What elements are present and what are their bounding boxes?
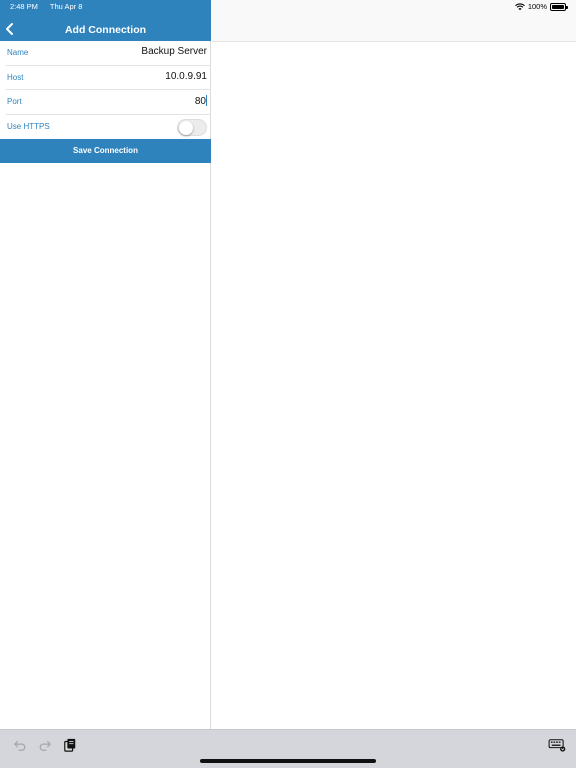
port-value: 80 (194, 96, 206, 107)
add-connection-panel: Add Connection Name Backup Server Host 1… (0, 0, 211, 729)
https-label: Use HTTPS (7, 121, 50, 131)
screen: 2:48 PM Thu Apr 8 100% Add Connection Na… (0, 0, 576, 768)
https-row: Use HTTPS (6, 115, 211, 140)
undo-icon[interactable] (13, 738, 27, 752)
name-row: Name Backup Server (6, 41, 211, 66)
status-date: Thu Apr 8 (49, 2, 83, 11)
detail-panel (212, 0, 576, 729)
toggle-knob (179, 120, 193, 135)
save-connection-button[interactable]: Save Connection (0, 139, 211, 163)
battery-percent: 100% (527, 2, 547, 11)
https-toggle[interactable] (177, 118, 207, 136)
status-bar-left: 2:48 PM Thu Apr 8 (10, 2, 92, 11)
page-title: Add Connection (64, 24, 147, 36)
status-bar-right: 100% (514, 2, 568, 11)
port-row: Port 80 (6, 90, 211, 115)
wifi-icon (514, 2, 525, 10)
keyboard-dismiss-icon[interactable] (547, 738, 567, 752)
battery-fill (552, 4, 564, 9)
clipboard-icon[interactable] (63, 738, 77, 752)
host-label: Host (7, 72, 24, 82)
connection-form: Name Backup Server Host 10.0.9.91 Port 8… (0, 41, 211, 139)
port-field[interactable]: 80 (195, 95, 207, 107)
status-time: 2:48 PM (10, 2, 38, 11)
home-indicator[interactable] (200, 759, 376, 763)
name-field[interactable]: Backup Server (141, 46, 207, 57)
keyboard-shortcut-bar (0, 729, 576, 768)
name-label: Name (7, 48, 29, 57)
redo-icon[interactable] (38, 738, 52, 752)
battery-icon (550, 2, 568, 11)
host-row: Host 10.0.9.91 (6, 66, 211, 90)
port-label: Port (7, 97, 22, 106)
text-cursor (206, 95, 207, 106)
host-field[interactable]: 10.0.9.91 (165, 71, 207, 82)
